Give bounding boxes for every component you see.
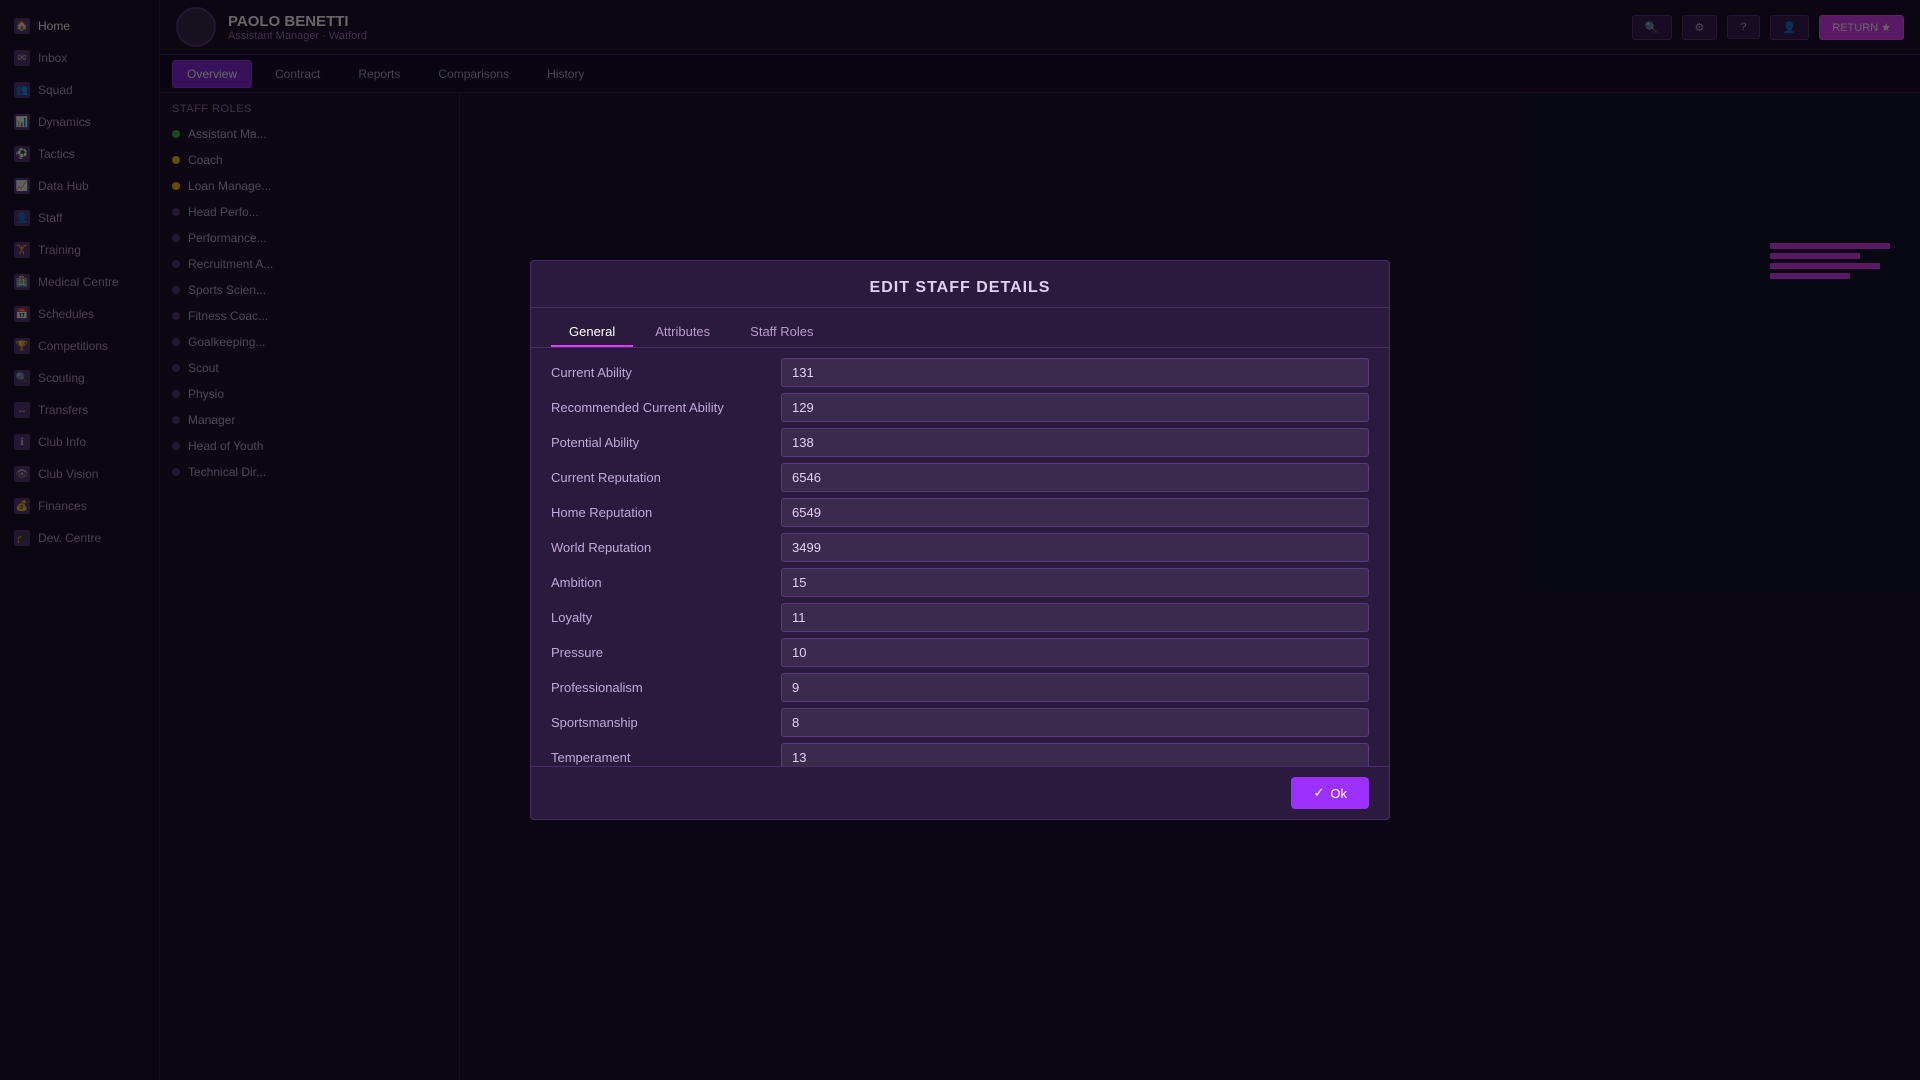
ok-label: Ok <box>1330 786 1347 801</box>
input-current-ability[interactable] <box>781 358 1369 387</box>
input-current-rep[interactable] <box>781 463 1369 492</box>
field-row-current-rep: Current Reputation <box>551 463 1369 492</box>
label-loyalty: Loyalty <box>551 610 781 625</box>
label-professionalism: Professionalism <box>551 680 781 695</box>
edit-staff-dialog: EDIT STAFF DETAILS General Attributes St… <box>530 260 1390 820</box>
field-row-loyalty: Loyalty <box>551 603 1369 632</box>
field-row-world-rep: World Reputation <box>551 533 1369 562</box>
field-row-temperament: Temperament <box>551 743 1369 766</box>
dialog-body: Current Ability Recommended Current Abil… <box>531 348 1389 766</box>
input-sportsmanship[interactable] <box>781 708 1369 737</box>
label-pressure: Pressure <box>551 645 781 660</box>
input-potential-ability[interactable] <box>781 428 1369 457</box>
input-ambition[interactable] <box>781 568 1369 597</box>
field-row-ambition: Ambition <box>551 568 1369 597</box>
input-temperament[interactable] <box>781 743 1369 766</box>
ok-checkmark-icon: ✓ <box>1313 785 1324 801</box>
label-potential-ability: Potential Ability <box>551 435 781 450</box>
label-world-rep: World Reputation <box>551 540 781 555</box>
label-current-ability: Current Ability <box>551 365 781 380</box>
field-row-home-rep: Home Reputation <box>551 498 1369 527</box>
field-row-current-ability: Current Ability <box>551 358 1369 387</box>
input-professionalism[interactable] <box>781 673 1369 702</box>
label-current-rep: Current Reputation <box>551 470 781 485</box>
dialog-tab-staffroles[interactable]: Staff Roles <box>732 318 831 347</box>
ok-button[interactable]: ✓ Ok <box>1291 777 1369 809</box>
label-ambition: Ambition <box>551 575 781 590</box>
label-rec-ability: Recommended Current Ability <box>551 400 781 415</box>
field-row-sportsmanship: Sportsmanship <box>551 708 1369 737</box>
input-rec-ability[interactable] <box>781 393 1369 422</box>
dialog-tab-attributes[interactable]: Attributes <box>637 318 728 347</box>
field-row-professionalism: Professionalism <box>551 673 1369 702</box>
field-row-rec-ability: Recommended Current Ability <box>551 393 1369 422</box>
input-world-rep[interactable] <box>781 533 1369 562</box>
label-sportsmanship: Sportsmanship <box>551 715 781 730</box>
dialog-tab-general[interactable]: General <box>551 318 633 347</box>
dialog-tabs: General Attributes Staff Roles <box>531 308 1389 348</box>
label-temperament: Temperament <box>551 750 781 765</box>
field-row-pressure: Pressure <box>551 638 1369 667</box>
input-pressure[interactable] <box>781 638 1369 667</box>
input-home-rep[interactable] <box>781 498 1369 527</box>
label-home-rep: Home Reputation <box>551 505 781 520</box>
input-loyalty[interactable] <box>781 603 1369 632</box>
dialog-footer: ✓ Ok <box>531 766 1389 819</box>
dialog-title: EDIT STAFF DETAILS <box>531 261 1389 308</box>
field-row-potential-ability: Potential Ability <box>551 428 1369 457</box>
